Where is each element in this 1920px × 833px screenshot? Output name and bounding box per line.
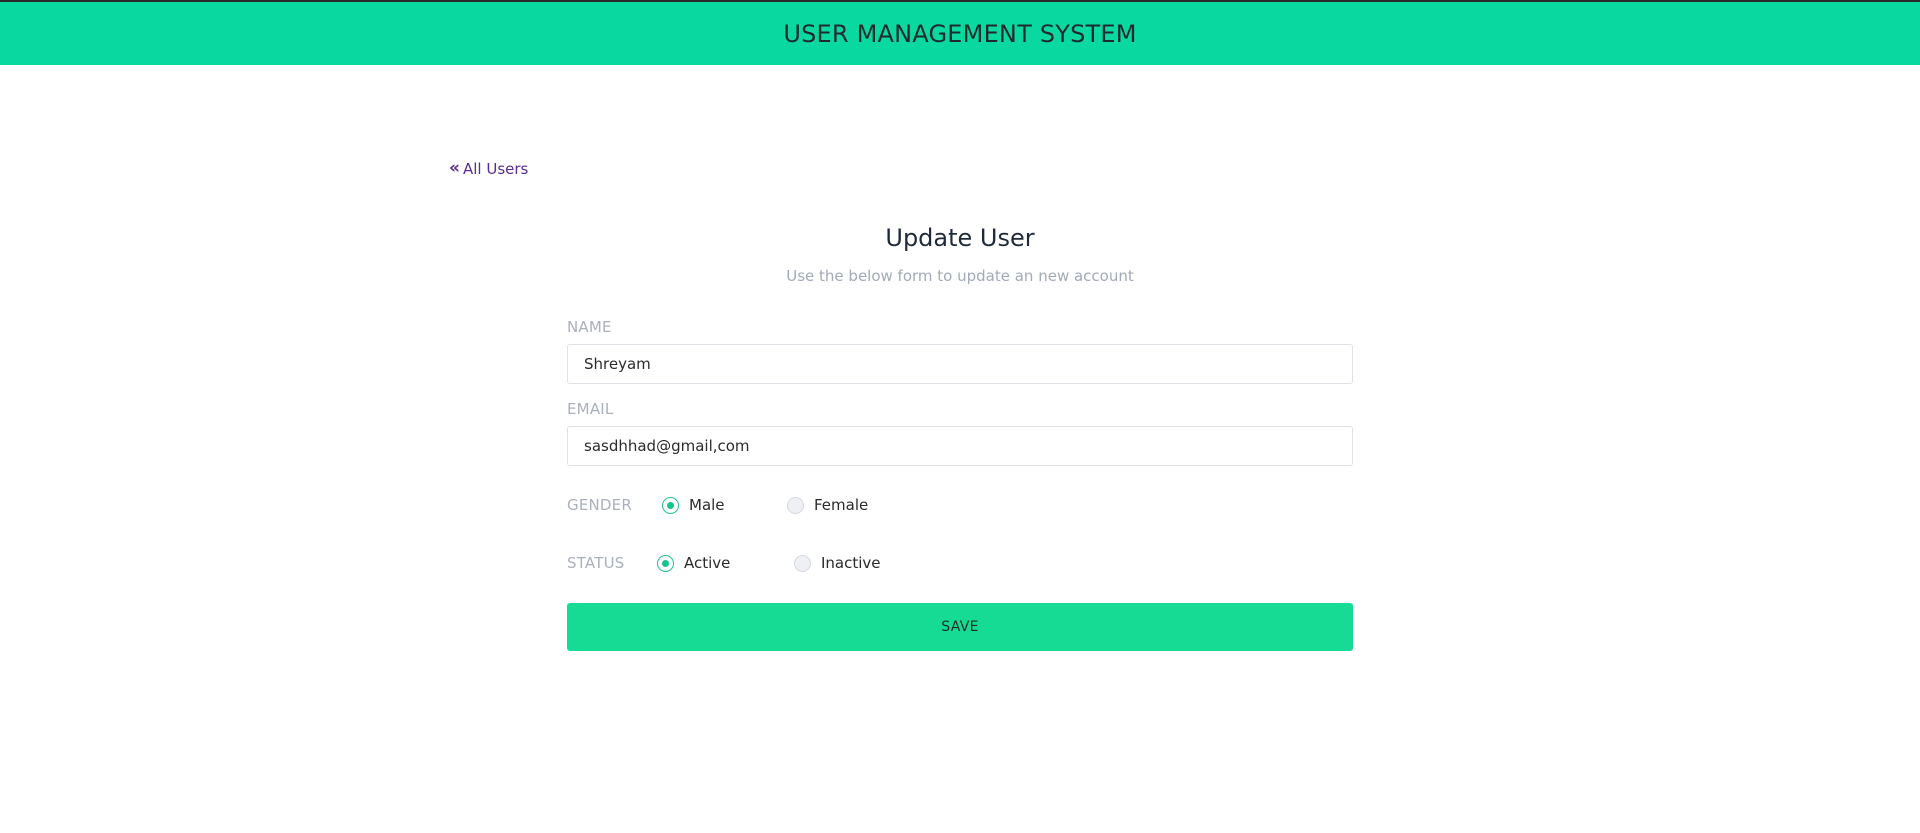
gender-female-label: Female (814, 496, 869, 514)
double-chevron-left-icon: « (449, 157, 460, 178)
form-subtitle: Use the below form to update an new acco… (786, 267, 1134, 285)
email-input[interactable] (567, 426, 1353, 466)
all-users-link-label: All Users (462, 160, 529, 178)
gender-female-radio[interactable] (787, 496, 804, 514)
status-active-radio[interactable] (657, 554, 674, 572)
gender-male-label: Male (689, 496, 725, 514)
status-option-inactive[interactable]: Inactive (794, 548, 881, 578)
name-label: NAME (567, 318, 612, 336)
status-inactive-label: Inactive (821, 554, 881, 572)
name-input[interactable] (567, 344, 1353, 384)
all-users-link[interactable]: « All Users (449, 157, 529, 178)
gender-label: GENDER (567, 496, 632, 514)
form-title: Update User (885, 224, 1035, 252)
gender-option-male[interactable]: Male (662, 490, 725, 520)
app-title: USER MANAGEMENT SYSTEM (783, 19, 1137, 48)
gender-option-female[interactable]: Female (787, 490, 868, 520)
gender-male-radio[interactable] (662, 496, 679, 514)
status-active-label: Active (684, 554, 731, 572)
save-button[interactable]: SAVE (567, 603, 1353, 651)
email-label: EMAIL (567, 400, 614, 418)
status-label: STATUS (567, 554, 625, 572)
status-option-active[interactable]: Active (657, 548, 730, 578)
status-inactive-radio[interactable] (794, 554, 811, 572)
app-header: USER MANAGEMENT SYSTEM (0, 2, 1920, 65)
